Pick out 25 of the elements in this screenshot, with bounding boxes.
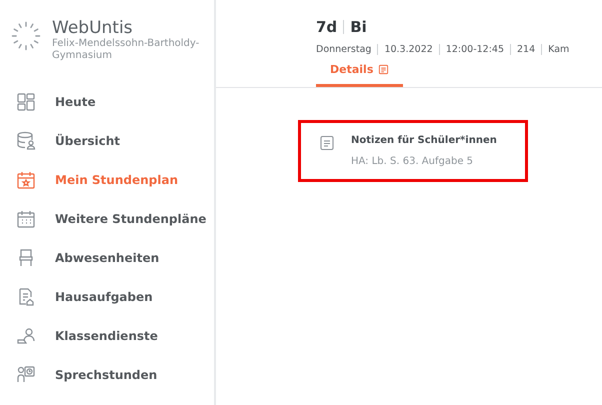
calendar-icon [16, 208, 36, 228]
lesson-info: Kam [548, 44, 570, 55]
lesson-info: 214 [517, 44, 536, 55]
person-icon [16, 326, 36, 346]
sidebar-item[interactable]: Hausaufgaben [0, 277, 214, 316]
document-icon [319, 135, 335, 151]
subject-name: Bi [350, 18, 367, 36]
people-clock-icon [16, 364, 36, 384]
note-text: HA: Lb. S. 63. Aufgabe 5 [351, 156, 474, 167]
lesson-info: 10.3.2022 [384, 44, 433, 55]
class-name: 7d [316, 18, 338, 36]
sidebar-item[interactable]: Sprechstunden [0, 355, 214, 394]
sidebar-item[interactable]: Übersicht [0, 121, 214, 160]
app-name: WebUntis [52, 18, 134, 38]
sidebar-item[interactable]: Weitere Stundenpläne [0, 199, 214, 238]
school-name: Felix-Mendelssohn-Bartholdy-Gymnasium [52, 38, 200, 62]
dashboard-icon [16, 92, 36, 112]
sidebar-item[interactable]: Heute [0, 82, 214, 121]
document-icon [378, 64, 390, 75]
lesson-info: 12:00-12:45 [446, 44, 504, 55]
database-user-icon [16, 130, 36, 150]
note-title: Notizen für Schüler*innen [351, 135, 497, 146]
lesson-info: Donnerstag [316, 44, 372, 55]
sidebar-item[interactable]: Klassendienste [0, 316, 214, 355]
sidebar-item[interactable]: Abwesenheiten [0, 238, 214, 277]
